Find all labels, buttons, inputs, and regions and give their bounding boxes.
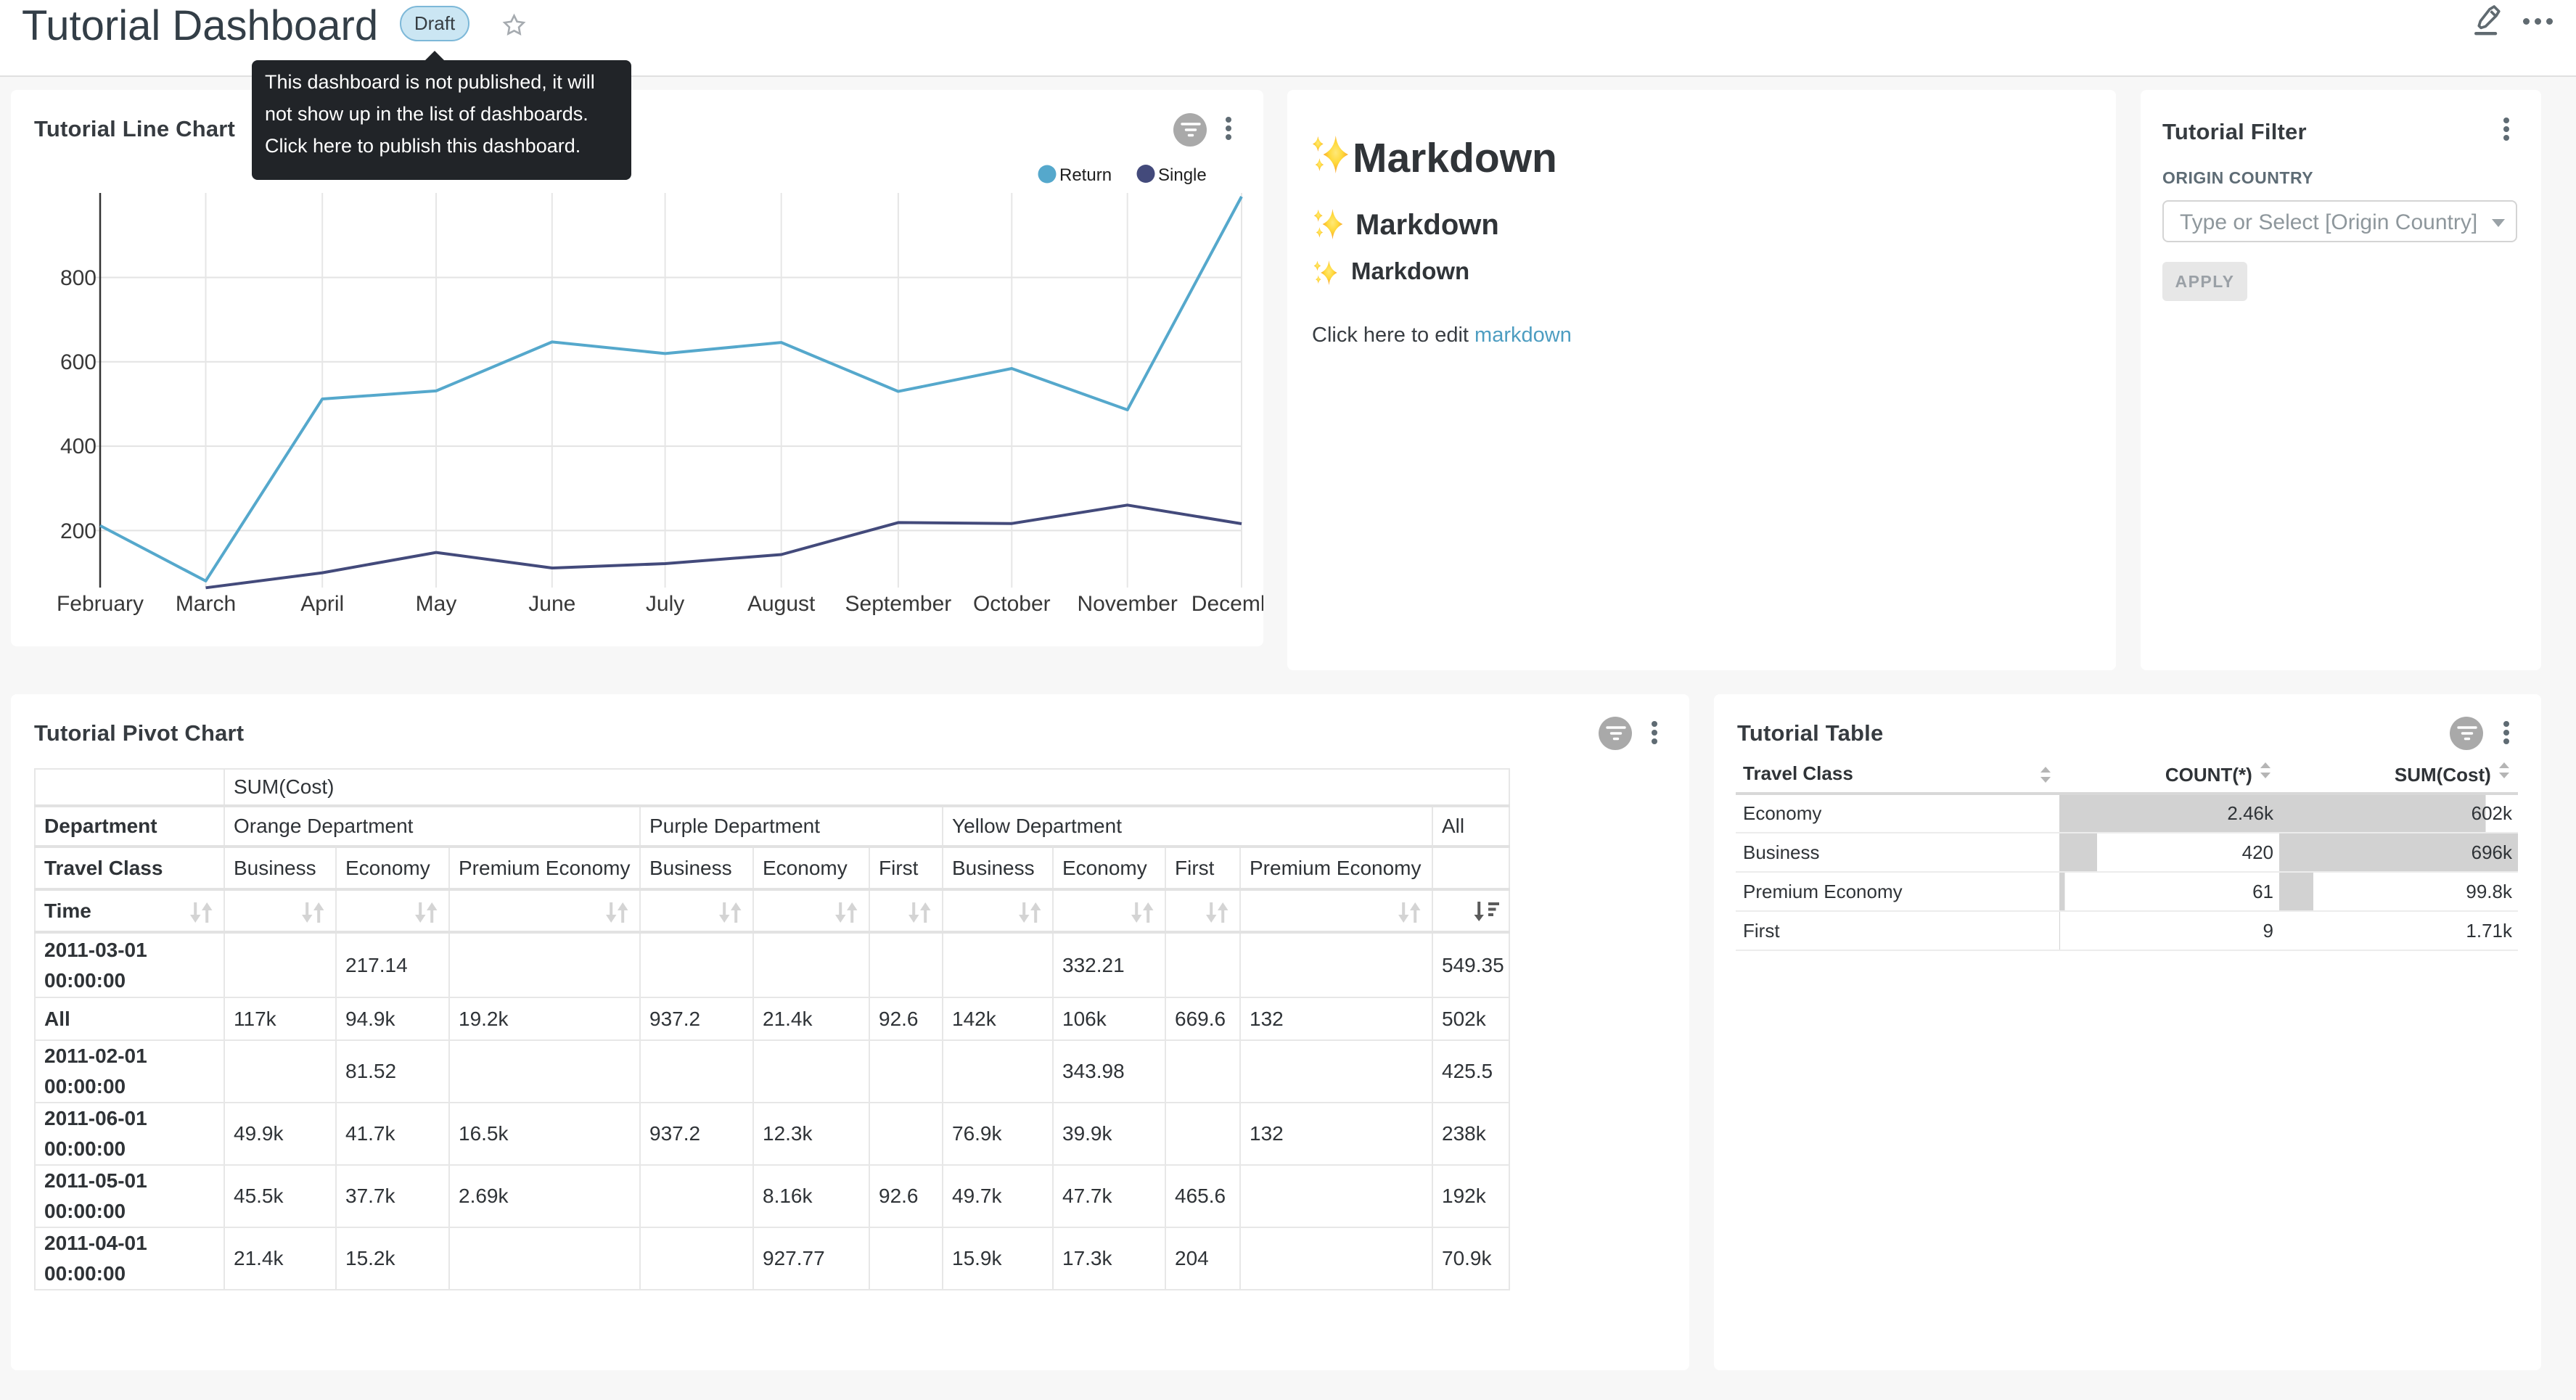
svg-text:600: 600 <box>60 350 97 374</box>
svg-text:Return: Return <box>1059 165 1112 185</box>
svg-text:200: 200 <box>60 519 97 543</box>
svg-text:December: December <box>1191 592 1263 616</box>
svg-text:800: 800 <box>60 266 97 290</box>
svg-text:Single: Single <box>1158 165 1207 185</box>
svg-text:400: 400 <box>60 435 97 458</box>
svg-text:April: April <box>300 592 344 616</box>
svg-text:May: May <box>416 592 457 616</box>
svg-text:July: July <box>646 592 684 616</box>
svg-text:February: February <box>57 592 144 616</box>
svg-text:August: August <box>747 592 816 616</box>
svg-text:October: October <box>973 592 1051 616</box>
svg-text:March: March <box>176 592 236 616</box>
svg-text:November: November <box>1078 592 1178 616</box>
svg-text:September: September <box>845 592 952 616</box>
svg-text:June: June <box>528 592 575 616</box>
